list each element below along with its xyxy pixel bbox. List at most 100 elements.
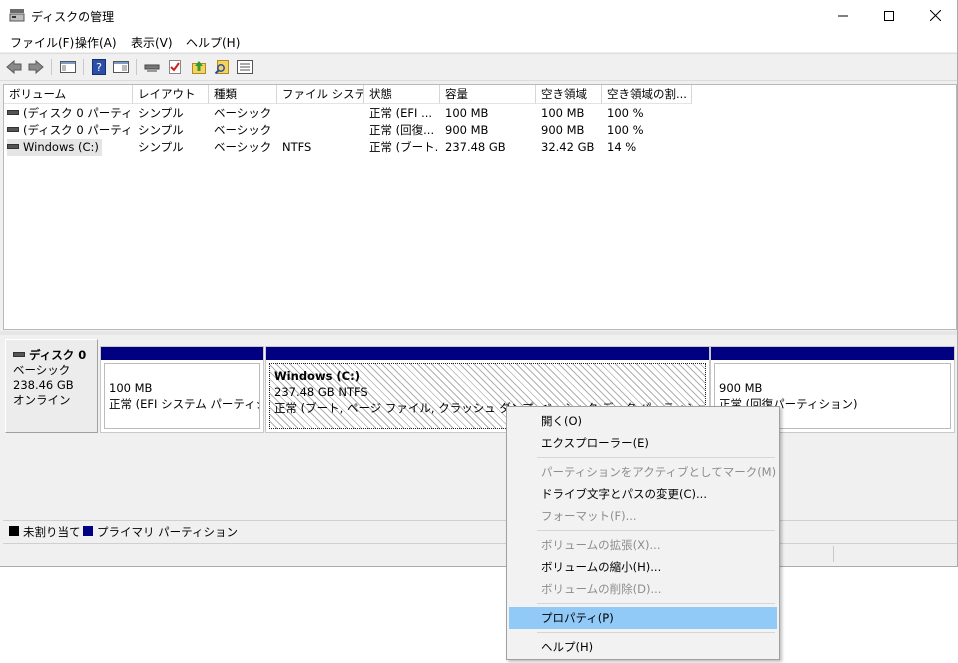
maximize-icon bbox=[884, 10, 894, 21]
check-icon[interactable] bbox=[166, 58, 184, 76]
console-tree-icon[interactable] bbox=[59, 58, 77, 76]
disk-graphical-view: ディスク 0 ベーシック 238.46 GB オンライン 100 MB 正常 (… bbox=[3, 335, 957, 519]
disk-management-app-icon bbox=[9, 8, 25, 22]
volume-list[interactable]: ボリューム レイアウト 種類 ファイル システム 状態 容量 空き領域 空き領域… bbox=[3, 84, 957, 330]
status-cell: 正常 (ブート... bbox=[369, 140, 439, 154]
column-header-status[interactable]: 状態 bbox=[364, 85, 440, 104]
partition-status: 正常 (EFI システム パーティション bbox=[109, 397, 259, 411]
disk-type: ベーシック bbox=[13, 363, 71, 377]
partition-efi[interactable]: 100 MB 正常 (EFI システム パーティション bbox=[100, 346, 264, 433]
menu-action[interactable]: 操作(A) bbox=[75, 34, 117, 51]
up-folder-icon[interactable] bbox=[190, 58, 208, 76]
unallocated-swatch bbox=[9, 526, 19, 536]
help-icon[interactable]: ? bbox=[90, 58, 108, 76]
menu-help[interactable]: ヘルプ(H) bbox=[186, 34, 240, 51]
volume-name: (ディスク 0 パーティシ... bbox=[23, 106, 131, 120]
column-header-capacity[interactable]: 容量 bbox=[440, 85, 536, 104]
volume-name: (ディスク 0 パーティシ... bbox=[23, 123, 131, 137]
legend: 未割り当て プライマリ パーティション bbox=[3, 520, 957, 542]
minimize-button[interactable] bbox=[820, 0, 866, 31]
disk-0-label[interactable]: ディスク 0 ベーシック 238.46 GB オンライン bbox=[5, 339, 98, 433]
disk-management-window: ディスクの管理 ファイル(F) 操作(A) 表示(V) ヘルプ(H) ? ボリュ… bbox=[0, 0, 958, 567]
volume-icon bbox=[7, 127, 19, 132]
table-row[interactable]: (ディスク 0 パーティシ... bbox=[7, 122, 131, 139]
primary-partition-bar bbox=[101, 347, 263, 360]
menu-item-extend-volume: ボリュームの拡張(X)... bbox=[541, 538, 661, 552]
menu-item-help[interactable]: ヘルプ(H) bbox=[509, 636, 777, 658]
status-cell: 正常 (EFI ... bbox=[369, 106, 433, 120]
maximize-button[interactable] bbox=[866, 0, 912, 31]
menu-item-properties[interactable]: プロパティ(P) bbox=[509, 607, 777, 629]
primary-partition-bar bbox=[266, 347, 709, 360]
close-button[interactable] bbox=[912, 0, 958, 31]
volume-name: Windows (C:) bbox=[23, 140, 99, 154]
disk-icon bbox=[13, 352, 25, 357]
title-bar: ディスクの管理 bbox=[0, 0, 957, 31]
menu-item-format: フォーマット(F)... bbox=[541, 509, 637, 523]
volume-icon bbox=[7, 144, 19, 149]
free-percent-cell: 14 % bbox=[607, 140, 637, 154]
close-icon bbox=[929, 10, 941, 21]
partition-title: Windows (C:) bbox=[274, 369, 360, 383]
legend-unallocated: 未割り当て bbox=[23, 525, 81, 539]
menu-separator bbox=[537, 603, 775, 604]
menu-item-change-drive-letter[interactable]: ドライブ文字とパスの変更(C)... bbox=[509, 483, 777, 505]
partition-size: 100 MB bbox=[109, 381, 153, 395]
column-header-free-percent[interactable]: 空き領域の割... bbox=[602, 85, 692, 104]
status-bar-divider bbox=[833, 546, 834, 562]
disk-name: ディスク 0 bbox=[29, 348, 87, 362]
column-header-free-space[interactable]: 空き領域 bbox=[536, 85, 602, 104]
type-cell: ベーシック bbox=[214, 140, 272, 154]
table-row[interactable]: Windows (C:) bbox=[7, 139, 102, 156]
search-icon[interactable] bbox=[213, 58, 231, 76]
disk-size: 238.46 GB bbox=[13, 378, 74, 392]
type-cell: ベーシック bbox=[214, 106, 272, 120]
menu-item-explorer[interactable]: エクスプローラー(E) bbox=[509, 432, 777, 454]
toolbar-separator bbox=[51, 59, 52, 75]
minimize-icon bbox=[838, 15, 848, 16]
menu-separator bbox=[537, 530, 775, 531]
partition-efi-body: 100 MB 正常 (EFI システム パーティション bbox=[104, 363, 260, 429]
menu-separator bbox=[537, 457, 775, 458]
forward-arrow-icon[interactable] bbox=[27, 58, 45, 76]
layout-cell: シンプル bbox=[138, 140, 184, 154]
menu-item-shrink-volume[interactable]: ボリュームの縮小(H)... bbox=[509, 556, 777, 578]
menu-item-delete-volume: ボリュームの削除(D)... bbox=[541, 582, 662, 596]
toolbar-separator bbox=[83, 59, 84, 75]
toolbar: ? bbox=[0, 53, 957, 81]
free-space-cell: 900 MB bbox=[541, 123, 585, 137]
menu-file[interactable]: ファイル(F) bbox=[10, 34, 74, 51]
capacity-cell: 900 MB bbox=[445, 123, 489, 137]
type-cell: ベーシック bbox=[214, 123, 272, 137]
menu-item-mark-active: パーティションをアクティブとしてマーク(M) bbox=[541, 465, 777, 479]
legend-primary-partition: プライマリ パーティション bbox=[97, 525, 238, 539]
column-header-layout[interactable]: レイアウト bbox=[133, 85, 209, 104]
connect-icon[interactable] bbox=[143, 58, 161, 76]
column-header-volume[interactable]: ボリューム bbox=[4, 85, 133, 104]
layout-cell: シンプル bbox=[138, 106, 184, 120]
status-cell: 正常 (回復... bbox=[369, 123, 435, 137]
column-header-type[interactable]: 種類 bbox=[209, 85, 277, 104]
list-icon[interactable] bbox=[236, 58, 254, 76]
window-title: ディスクの管理 bbox=[31, 10, 115, 24]
primary-partition-bar bbox=[711, 347, 954, 360]
partition-size: 237.48 GB NTFS bbox=[274, 385, 368, 399]
free-percent-cell: 100 % bbox=[607, 123, 644, 137]
column-header-filesystem[interactable]: ファイル システム bbox=[277, 85, 364, 104]
back-arrow-icon[interactable] bbox=[5, 58, 23, 76]
capacity-cell: 100 MB bbox=[445, 106, 489, 120]
layout-cell: シンプル bbox=[138, 123, 184, 137]
free-percent-cell: 100 % bbox=[607, 106, 644, 120]
volume-icon bbox=[7, 110, 19, 115]
properties-pane-icon[interactable] bbox=[112, 58, 130, 76]
table-row[interactable]: (ディスク 0 パーティシ... bbox=[7, 105, 131, 122]
primary-partition-swatch bbox=[83, 526, 93, 536]
menu-item-open[interactable]: 開く(O) bbox=[509, 410, 777, 432]
disk-state: オンライン bbox=[13, 393, 71, 407]
capacity-cell: 237.48 GB bbox=[445, 140, 506, 154]
menu-separator bbox=[537, 632, 775, 633]
menu-view[interactable]: 表示(V) bbox=[131, 34, 173, 51]
status-bar bbox=[3, 543, 957, 564]
menu-bar: ファイル(F) 操作(A) 表示(V) ヘルプ(H) bbox=[0, 31, 957, 52]
toolbar-separator bbox=[136, 59, 137, 75]
